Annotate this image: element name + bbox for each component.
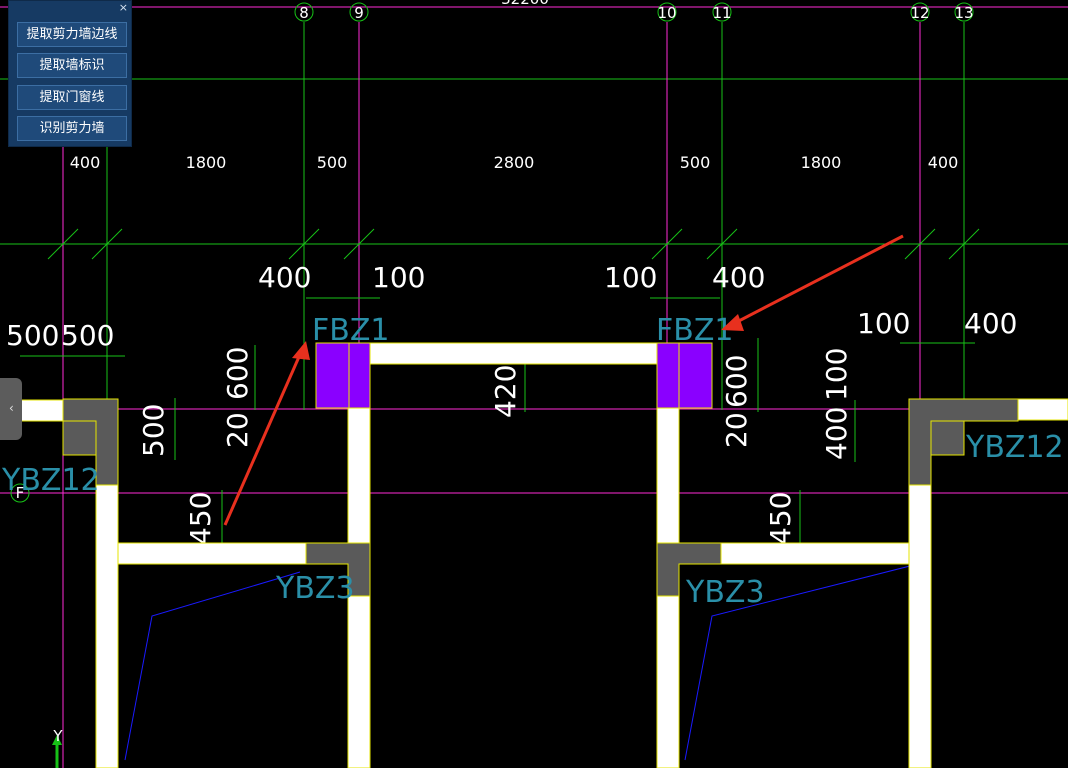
grid-label-13: 13 [954, 4, 973, 22]
extract-wall-edge-button[interactable]: 提取剪力墙边线 [17, 22, 127, 47]
tag-fbz1-right: FBZ1 [656, 313, 733, 348]
dim-v-450-right: 450 [764, 492, 797, 545]
dim-mid-left-1: 400 [258, 261, 311, 294]
dim-far-right-2: 400 [964, 307, 1017, 340]
ucs-y-label: Y [52, 727, 63, 745]
dim-far-left-2: 500 [61, 319, 114, 352]
chevron-left-icon: ‹ [9, 401, 14, 415]
dim-mid-right-2: 400 [712, 261, 765, 294]
tag-ybz3-right: YBZ3 [685, 575, 765, 610]
dim-v-100: 100 [820, 348, 853, 401]
total-length-label: 32200 [501, 0, 549, 8]
grid-label-8: 8 [299, 4, 309, 22]
dim-v-600-left: 600 [221, 347, 254, 400]
identify-shear-wall-button[interactable]: 识别剪力墙 [17, 116, 127, 141]
dim-top-4: 2800 [494, 153, 535, 172]
dim-top-5: 500 [680, 153, 711, 172]
blue-lines [124, 565, 911, 761]
grid-label-10: 10 [657, 4, 676, 22]
top-dimension-row: 400 1800 500 2800 500 1800 400 [70, 153, 959, 172]
dim-v-20-right: 20 [720, 412, 753, 448]
extract-wall-label-button[interactable]: 提取墙标识 [17, 53, 127, 78]
tag-fbz1-left: FBZ1 [312, 313, 389, 348]
dim-v-500: 500 [137, 404, 170, 457]
extract-door-window-button[interactable]: 提取门窗线 [17, 85, 127, 110]
close-icon[interactable]: × [119, 2, 128, 13]
dim-top-7: 400 [928, 153, 959, 172]
dim-v-420: 420 [489, 365, 522, 418]
grid-label-12: 12 [910, 4, 929, 22]
tag-ybz12-left: YBZ12 [1, 463, 100, 498]
dim-v-600-right: 600 [720, 355, 753, 408]
grid-label-9: 9 [354, 4, 364, 22]
tag-ybz3-left: YBZ3 [275, 571, 355, 606]
dim-top-6: 1800 [801, 153, 842, 172]
dim-top-3: 500 [317, 153, 348, 172]
dim-mid-right-1: 100 [604, 261, 657, 294]
dim-far-left-1: 500 [6, 319, 59, 352]
dim-v-450-left: 450 [184, 492, 217, 545]
shear-wall-tool-panel: × 提取剪力墙边线 提取墙标识 提取门窗线 识别剪力墙 [8, 0, 132, 147]
side-collapse-tab[interactable]: ‹ [0, 378, 22, 440]
tag-ybz12-right: YBZ12 [965, 430, 1064, 465]
dim-v-20-left: 20 [221, 412, 254, 448]
dim-top-2: 1800 [186, 153, 227, 172]
cad-drawing-canvas[interactable]: 32200 8 9 10 11 12 13 F 400 1800 500 280… [0, 0, 1068, 768]
dim-v-400: 400 [820, 407, 853, 460]
dim-far-right-1: 100 [857, 307, 910, 340]
dim-mid-left-2: 100 [372, 261, 425, 294]
grid-label-11: 11 [712, 4, 731, 22]
dim-top-1: 400 [70, 153, 101, 172]
ucs-icon: Y [52, 727, 63, 768]
